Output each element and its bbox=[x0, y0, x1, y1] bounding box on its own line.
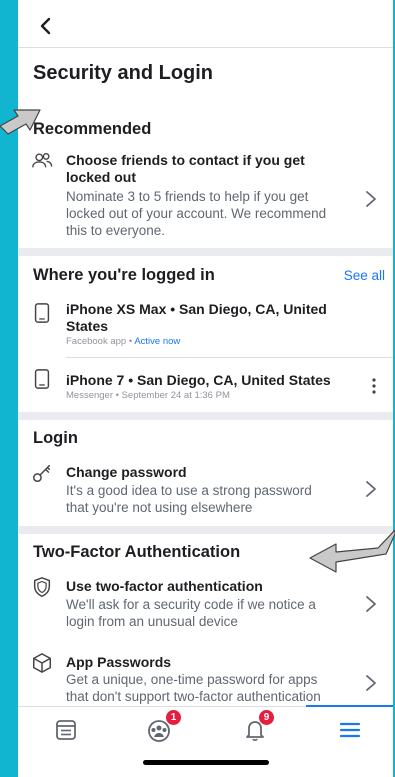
header-divider bbox=[18, 47, 393, 48]
device-1-meta: Facebook app • Active now bbox=[66, 336, 180, 347]
section-separator bbox=[18, 248, 393, 256]
app-passwords-title[interactable]: App Passwords bbox=[66, 654, 171, 671]
page-title: Security and Login bbox=[33, 62, 214, 84]
friends-icon bbox=[32, 152, 53, 168]
app-passwords-sub-2: that don't support two-factor authentica… bbox=[66, 689, 321, 704]
section-logged-in-header: Where you're logged in bbox=[33, 266, 215, 284]
phone-icon bbox=[34, 369, 50, 389]
notifications-badge: 9 bbox=[258, 709, 275, 726]
section-separator bbox=[18, 412, 393, 420]
phone-icon bbox=[34, 303, 50, 323]
change-password-sub-2: that you're not using elsewhere bbox=[66, 500, 253, 515]
home-indicator bbox=[143, 760, 269, 765]
nav-active-indicator bbox=[306, 705, 393, 707]
recommended-item-sub-1: Nominate 3 to 5 friends to help if you g… bbox=[66, 189, 309, 204]
chevron-right-icon[interactable] bbox=[365, 190, 377, 208]
section-two-factor-header: Two-Factor Authentication bbox=[33, 543, 241, 561]
bottom-nav: 1 9 bbox=[18, 705, 393, 755]
device-1-app: Facebook app bbox=[66, 336, 127, 347]
chevron-right-icon[interactable] bbox=[365, 595, 377, 613]
back-icon[interactable] bbox=[34, 14, 58, 38]
change-password-title[interactable]: Change password bbox=[66, 464, 187, 481]
key-icon bbox=[33, 464, 51, 482]
recommended-item-title-1[interactable]: Choose friends to contact if you get bbox=[66, 152, 305, 169]
device-1-status: Active now bbox=[134, 336, 181, 347]
use-2fa-sub-2: login from an unusual device bbox=[66, 614, 238, 629]
annotation-arrow-icon bbox=[0, 109, 41, 135]
device-1-title-2[interactable]: States bbox=[66, 318, 108, 335]
more-icon[interactable] bbox=[371, 377, 377, 395]
menu-icon[interactable] bbox=[335, 715, 365, 745]
recommended-item-title-2[interactable]: locked out bbox=[66, 169, 136, 186]
feed-icon[interactable] bbox=[51, 715, 81, 745]
chevron-right-icon[interactable] bbox=[365, 480, 377, 498]
use-2fa-sub-1: We'll ask for a security code if we noti… bbox=[66, 597, 316, 612]
see-all-link[interactable]: See all bbox=[344, 268, 385, 283]
screen: Security and Login Recommended Choose fr… bbox=[18, 0, 393, 777]
device-1-title-1[interactable]: iPhone XS Max • San Diego, CA, United bbox=[66, 301, 327, 318]
recommended-item-sub-3: this to everyone. bbox=[66, 223, 166, 238]
app-passwords-sub-1: Get a unique, one-time password for apps bbox=[66, 672, 318, 687]
change-password-sub-1: It's a good idea to use a strong passwor… bbox=[66, 483, 312, 498]
use-2fa-title[interactable]: Use two-factor authentication bbox=[66, 578, 263, 595]
groups-badge: 1 bbox=[165, 709, 182, 726]
annotation-arrow-icon bbox=[309, 529, 395, 573]
section-recommended-header: Recommended bbox=[33, 120, 152, 138]
section-login-header: Login bbox=[33, 429, 78, 447]
device-2-meta: Messenger • September 24 at 1:36 PM bbox=[66, 390, 230, 401]
shield-icon bbox=[33, 577, 51, 597]
device-divider bbox=[66, 357, 393, 358]
device-2-title[interactable]: iPhone 7 • San Diego, CA, United States bbox=[66, 372, 331, 389]
recommended-item-sub-2: locked out of your account. We recommend bbox=[66, 206, 327, 221]
cube-icon bbox=[33, 653, 51, 673]
chevron-right-icon[interactable] bbox=[365, 674, 377, 692]
